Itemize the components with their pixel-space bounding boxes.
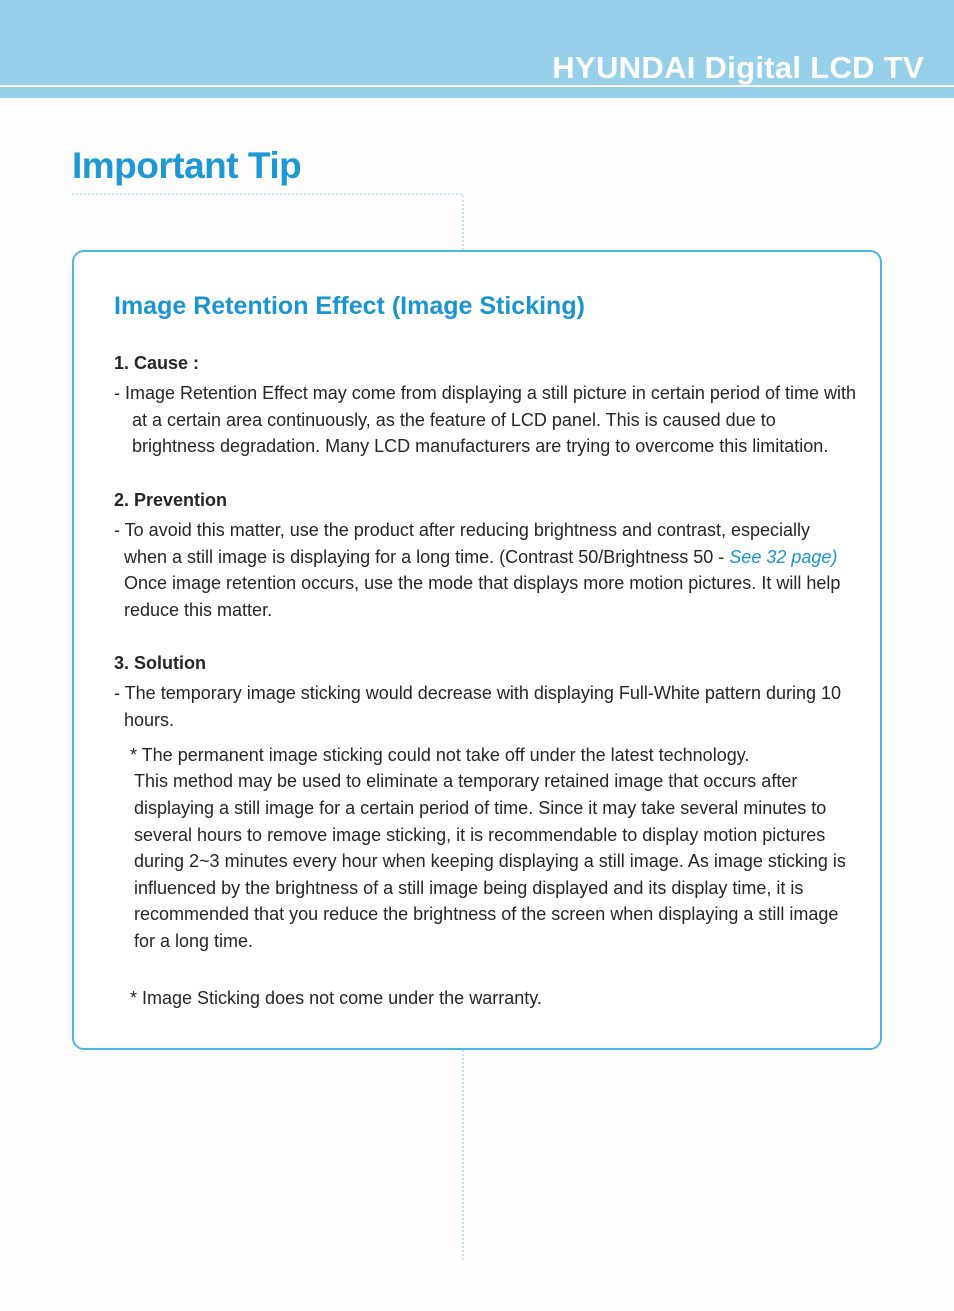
solution-note1: * The permanent image sticking could not… <box>114 742 856 769</box>
prevention-text-pre: - To avoid this matter, use the product … <box>114 520 810 567</box>
prevention-text-post: Once image retention occurs, use the mod… <box>124 573 840 620</box>
solution-note2: * Image Sticking does not come under the… <box>114 985 856 1012</box>
content-panel: Image Retention Effect (Image Sticking) … <box>72 250 882 1050</box>
dotted-rule-vertical-bottom <box>462 1050 464 1260</box>
dotted-rule-horizontal <box>72 193 462 195</box>
see-page-link[interactable]: See 32 page) <box>729 547 837 567</box>
header-brand-title: HYUNDAI Digital LCD TV <box>552 50 924 86</box>
section-cause-title: 1. Cause : <box>114 353 856 374</box>
dotted-rule-vertical-top <box>462 195 464 250</box>
section-cause-body: - Image Retention Effect may come from d… <box>114 380 856 460</box>
section-prevention-title: 2. Prevention <box>114 490 856 511</box>
solution-line1: - The temporary image sticking would dec… <box>114 680 856 733</box>
section-prevention-body: - To avoid this matter, use the product … <box>114 517 856 624</box>
header-band: HYUNDAI Digital LCD TV <box>0 0 954 98</box>
page-title: Important Tip <box>72 145 301 187</box>
header-divider <box>0 85 954 87</box>
panel-heading: Image Retention Effect (Image Sticking) <box>114 292 856 321</box>
section-solution-title: 3. Solution <box>114 653 856 674</box>
solution-detail: This method may be used to eliminate a t… <box>114 768 856 954</box>
